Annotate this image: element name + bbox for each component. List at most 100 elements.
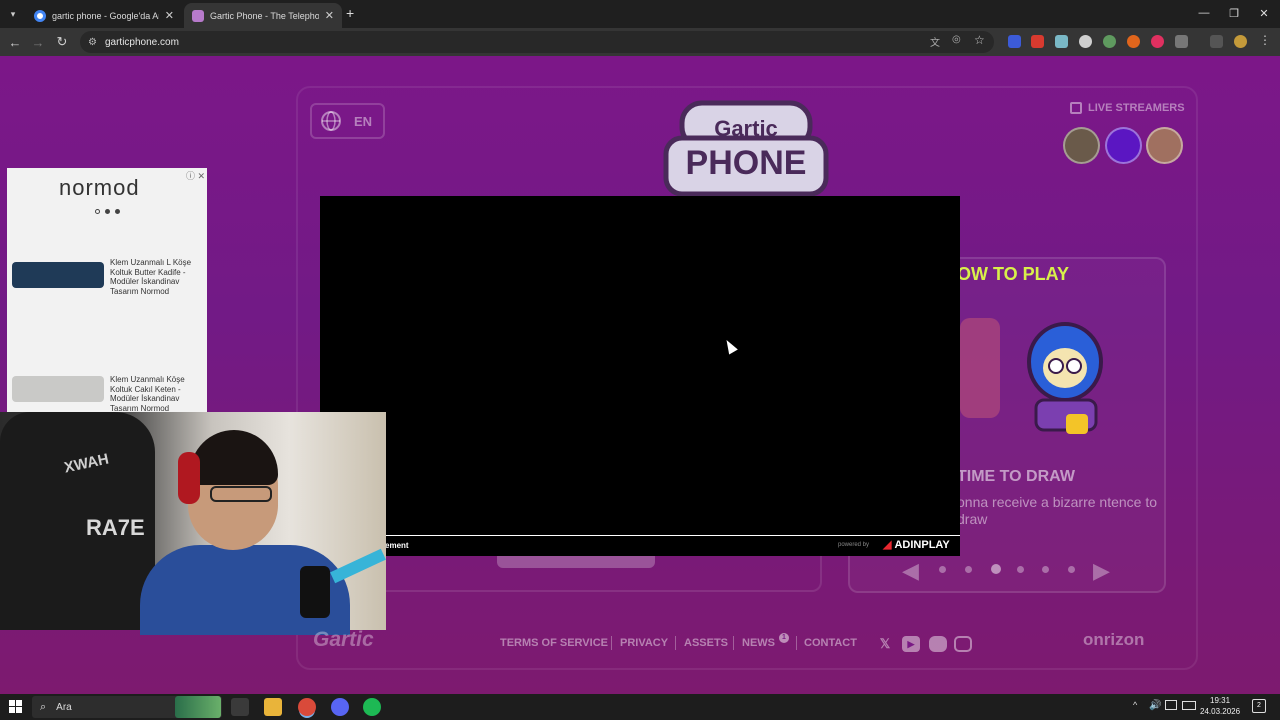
chrome-icon[interactable]	[298, 698, 316, 716]
assets-link[interactable]: ASSETS	[684, 637, 728, 649]
site-info-icon[interactable]: ⚙	[88, 37, 97, 48]
step-dot[interactable]	[939, 566, 946, 573]
spotify-icon[interactable]	[363, 698, 381, 716]
streamer-avatar[interactable]	[1105, 127, 1142, 164]
logo-text-top: Gartic	[714, 116, 778, 141]
address-bar[interactable]: ⚙ garticphone.com	[80, 31, 994, 53]
footer-gartic-logo[interactable]: Gartic	[313, 628, 374, 652]
google-icon	[34, 9, 46, 22]
sofa-image[interactable]	[12, 376, 104, 402]
task-view-icon[interactable]	[231, 698, 249, 716]
step-dot[interactable]	[1017, 566, 1024, 573]
step-dot-active[interactable]	[991, 564, 1001, 574]
extension-icon[interactable]	[1127, 35, 1140, 48]
system-tray-chevron-icon[interactable]: ^	[1133, 700, 1137, 710]
ad-product-text[interactable]: Klem Uzanmalı Köşe Koltuk Cakıl Keten - …	[110, 375, 202, 413]
forward-icon[interactable]: →	[28, 32, 48, 52]
language-selector[interactable]: EN	[310, 103, 385, 139]
extension-icon[interactable]	[1151, 35, 1164, 48]
step-description: onna receive a bizarre ntence to draw	[957, 494, 1158, 527]
instagram-icon[interactable]	[954, 636, 972, 652]
x-icon[interactable]: 𝕏	[876, 636, 894, 652]
youtube-icon[interactable]: ▶	[902, 636, 920, 652]
sofa-image[interactable]	[12, 262, 104, 288]
contact-link[interactable]: CONTACT	[804, 637, 857, 649]
search-highlight-image[interactable]	[175, 696, 221, 718]
carousel-dot[interactable]	[115, 209, 120, 214]
eye-off-icon[interactable]: ◎	[952, 34, 966, 48]
microphone	[300, 566, 330, 618]
footer-divider	[611, 636, 612, 650]
extension-icon[interactable]	[1031, 35, 1044, 48]
news-link[interactable]: NEWS	[742, 637, 775, 649]
privacy-link[interactable]: PRIVACY	[620, 637, 668, 649]
download-icon[interactable]	[1079, 35, 1092, 48]
footer-divider	[675, 636, 676, 650]
windows-start-icon[interactable]	[9, 700, 22, 713]
clock-date: 24.03.2026	[1200, 707, 1241, 716]
volume-icon[interactable]: 🔊	[1149, 700, 1161, 711]
live-streamers-header: LIVE STREAMERS	[1070, 102, 1185, 114]
terms-of-service-link[interactable]: TERMS OF SERVICE	[500, 637, 608, 649]
discord-app-icon[interactable]	[331, 698, 349, 716]
extension-icon[interactable]	[1008, 35, 1021, 48]
streamer-avatar[interactable]	[1146, 127, 1183, 164]
minimize-button[interactable]: —	[1194, 4, 1214, 22]
close-window-button[interactable]: ✕	[1254, 4, 1274, 22]
streamer-avatar[interactable]	[1063, 127, 1100, 164]
puzzle-extensions-icon[interactable]	[1175, 35, 1188, 48]
file-explorer-icon[interactable]	[264, 698, 282, 716]
discord-icon[interactable]	[929, 636, 947, 652]
step-dot[interactable]	[1068, 566, 1075, 573]
ad-close-icon[interactable]: ⓘ ✕	[186, 169, 205, 182]
tab-gartic-phone[interactable]: Gartic Phone - The Telephone G ✕	[184, 3, 342, 28]
step-dot[interactable]	[965, 566, 972, 573]
back-icon[interactable]: ←	[5, 32, 25, 52]
headphones	[178, 452, 200, 504]
extension-icon[interactable]	[1103, 35, 1116, 48]
url-text: garticphone.com	[104, 36, 179, 48]
keyboard-icon[interactable]	[1182, 701, 1196, 710]
advertisement-label: ement	[385, 541, 409, 550]
footer-divider	[733, 636, 734, 650]
bookmark-star-icon[interactable]: ☆	[974, 33, 988, 47]
tab-search-icon[interactable]: ▾	[6, 7, 20, 21]
adinplay-logo[interactable]: ◢ ADINPLAY	[883, 538, 950, 552]
menu-icon[interactable]: ⋮	[1259, 33, 1271, 47]
translate-icon[interactable]: 文	[930, 34, 944, 49]
tab-search-icon[interactable]	[1210, 35, 1223, 48]
extension-icon[interactable]	[1055, 35, 1068, 48]
tab-title: Gartic Phone - The Telephone G	[210, 10, 319, 21]
ad-product-text[interactable]: Klem Uzanmalı L Köşe Koltuk Butter Kadif…	[110, 258, 202, 296]
onrizon-logo[interactable]: onrizon	[1083, 630, 1144, 650]
search-icon: ⌕	[40, 700, 47, 713]
next-step-icon[interactable]: ▶	[1093, 558, 1110, 584]
step-dot[interactable]	[1042, 566, 1049, 573]
network-icon[interactable]	[1165, 700, 1177, 710]
start-button[interactable]	[497, 554, 655, 568]
language-code: EN	[354, 113, 373, 129]
adinplay-mark-icon: ◢	[883, 539, 892, 551]
new-tab-button[interactable]: +	[346, 5, 360, 21]
powered-by-text: powered by	[838, 542, 870, 548]
carousel-dot[interactable]	[95, 209, 100, 214]
prev-step-icon[interactable]: ◀	[902, 558, 919, 584]
close-tab-icon[interactable]: ✕	[165, 9, 174, 22]
how-to-play-title: OW TO PLAY	[957, 264, 1070, 284]
carousel-dot[interactable]	[105, 209, 110, 214]
tab-google-search[interactable]: gartic phone - Google'da Ara ✕	[26, 3, 182, 28]
twitch-icon	[1070, 102, 1082, 114]
news-badge: 1	[779, 633, 789, 643]
close-tab-icon[interactable]: ✕	[325, 9, 334, 22]
reload-icon[interactable]: ↻	[52, 32, 72, 52]
wrestler-character-illustration	[1018, 318, 1113, 438]
restore-button[interactable]: ❐	[1224, 4, 1244, 22]
taskbar-clock[interactable]: 19:31 24.03.2026	[1200, 695, 1240, 717]
search-placeholder: Ara	[56, 701, 72, 713]
profile-avatar[interactable]	[1234, 35, 1247, 48]
notification-center-icon[interactable]: 2	[1252, 699, 1266, 713]
video-ad-overlay[interactable]	[320, 196, 960, 556]
chair-name-text: RA7E	[86, 515, 145, 540]
logo-text-bottom: PHONE	[686, 144, 807, 182]
step-title: TIME TO DRAW	[957, 468, 1075, 485]
